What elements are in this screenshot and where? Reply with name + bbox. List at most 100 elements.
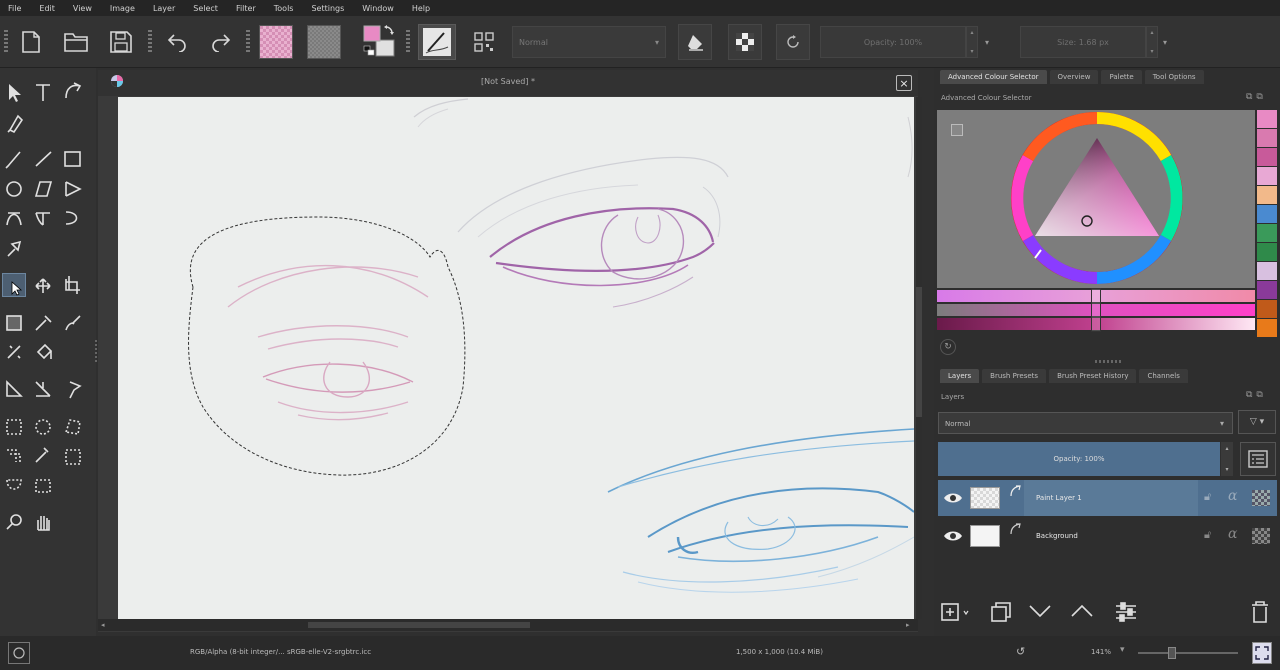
colour-swatch[interactable] [1257, 167, 1277, 185]
toolbar-grip[interactable] [246, 30, 250, 54]
vertical-scroll-thumb[interactable] [916, 287, 922, 417]
tab-palette[interactable]: Palette [1101, 70, 1142, 84]
preserve-alpha-button[interactable] [728, 24, 762, 60]
menu-image[interactable]: Image [110, 4, 135, 13]
polyline-tool[interactable] [61, 177, 85, 201]
rectangular-selection-tool[interactable] [2, 415, 26, 439]
size-options-button[interactable]: ▾ [1160, 24, 1170, 60]
inherit-alpha-icon[interactable] [1252, 528, 1270, 544]
alpha-lock-icon[interactable]: α [1228, 488, 1237, 504]
selection-display-toggle[interactable] [8, 642, 30, 664]
colour-swatch[interactable] [1257, 281, 1277, 299]
toolbar-grip[interactable] [148, 30, 152, 54]
lock-icon[interactable]: 🔓︎ [1204, 490, 1211, 504]
color-picker-tool[interactable] [31, 310, 55, 334]
bezier-curve-tool[interactable] [2, 206, 26, 230]
document-tab[interactable]: [Not Saved] * × [98, 70, 918, 96]
add-layer-button[interactable] [940, 600, 976, 626]
tab-overview[interactable]: Overview [1049, 70, 1099, 84]
transform-tool[interactable] [2, 273, 26, 297]
pattern-selector[interactable] [306, 24, 342, 60]
open-document-button[interactable] [62, 24, 90, 60]
zoom-slider[interactable] [1138, 652, 1238, 654]
measure-tool[interactable] [2, 377, 26, 401]
opacity-options-button[interactable]: ▾ [982, 24, 992, 60]
close-document-button[interactable]: × [896, 75, 912, 91]
brush-settings-button[interactable] [466, 24, 502, 60]
crop-tool[interactable] [61, 273, 85, 297]
menu-edit[interactable]: Edit [39, 4, 55, 13]
magnetic-selection-tool[interactable] [31, 474, 55, 498]
rotate-canvas-icon[interactable]: ↺ [1016, 645, 1025, 658]
multibrush-tool[interactable] [2, 236, 26, 260]
layer-properties-button[interactable] [1240, 442, 1276, 476]
ellipse-tool[interactable] [2, 177, 26, 201]
contiguous-selection-tool[interactable] [2, 444, 26, 468]
pan-tool[interactable] [31, 511, 55, 535]
eraser-mode-button[interactable] [678, 24, 712, 60]
move-tool[interactable] [31, 273, 55, 297]
colour-swatch[interactable] [1257, 148, 1277, 166]
menu-filter[interactable]: Filter [236, 4, 256, 13]
menu-help[interactable]: Help [412, 4, 430, 13]
gradient-tool[interactable] [2, 310, 26, 334]
move-layer-up-button[interactable] [1068, 600, 1096, 626]
menu-settings[interactable]: Settings [311, 4, 344, 13]
zoom-options-icon[interactable]: ▾ [1120, 645, 1125, 655]
layer-properties-sliders-button[interactable] [1110, 600, 1140, 626]
delete-layer-button[interactable] [1246, 600, 1272, 626]
alpha-lock-icon[interactable]: α [1228, 526, 1237, 542]
menu-view[interactable]: View [73, 4, 92, 13]
magic-wand-tool[interactable] [31, 444, 55, 468]
tab-channels[interactable]: Channels [1139, 369, 1188, 383]
colour-swatch[interactable] [1257, 243, 1277, 261]
new-document-button[interactable] [18, 24, 44, 60]
assistant-tool[interactable] [2, 340, 26, 364]
dynamic-brush-tool[interactable] [61, 206, 85, 230]
calligraphy-tool[interactable] [2, 110, 26, 134]
tab-layers[interactable]: Layers [940, 369, 980, 383]
slider-handle[interactable] [1091, 288, 1101, 332]
edit-shapes-tool[interactable] [61, 81, 85, 105]
freehand-brush-tool[interactable] [2, 147, 26, 171]
text-tool[interactable] [31, 81, 55, 105]
menu-layer[interactable]: Layer [153, 4, 175, 13]
eye-icon[interactable] [943, 491, 963, 505]
redo-button[interactable] [208, 24, 234, 60]
elliptical-selection-tool[interactable] [31, 415, 55, 439]
select-shapes-tool[interactable] [2, 81, 26, 105]
polygon-tool[interactable] [31, 177, 55, 201]
colour-swatch[interactable] [1257, 262, 1277, 280]
fill-tool[interactable] [31, 340, 55, 364]
lock-icon[interactable]: 🔓︎ [1204, 528, 1211, 542]
toolbox-splitter[interactable] [95, 340, 97, 364]
docker-splitter[interactable] [1095, 360, 1123, 363]
blend-mode-combo[interactable]: Normal ▾ [512, 26, 666, 58]
perspective-tool[interactable] [31, 377, 55, 401]
rectangle-tool[interactable] [61, 147, 85, 171]
similar-selection-tool[interactable] [61, 444, 85, 468]
toolbar-grip[interactable] [4, 30, 8, 54]
fg-bg-colors[interactable] [360, 24, 400, 60]
colour-swatch[interactable] [1257, 110, 1277, 128]
tab-brush-presets[interactable]: Brush Presets [982, 369, 1047, 383]
menu-select[interactable]: Select [193, 4, 218, 13]
zoom-slider-handle[interactable] [1168, 647, 1176, 659]
layer-row-paint-layer-1[interactable]: Paint Layer 1 🔓︎ α [938, 480, 1277, 516]
polygonal-selection-tool[interactable] [61, 415, 85, 439]
drawing-canvas[interactable] [118, 97, 914, 619]
brush-preset-button[interactable] [418, 24, 456, 60]
layers-float-close-icons[interactable]: ⧉⧉ [1246, 390, 1267, 400]
opacity-slider[interactable]: Opacity: 100% [820, 26, 966, 58]
size-slider[interactable]: Size: 1.68 px [1020, 26, 1146, 58]
layer-opacity-slider[interactable]: Opacity: 100% [938, 442, 1220, 476]
colour-swatch[interactable] [1257, 224, 1277, 242]
move-layer-down-button[interactable] [1026, 600, 1054, 626]
save-button[interactable] [108, 24, 134, 60]
colour-wheel[interactable] [937, 110, 1255, 288]
inherit-alpha-icon[interactable] [1252, 490, 1270, 506]
colour-swatch[interactable] [1257, 129, 1277, 147]
size-spinner[interactable]: ▴ ▾ [1146, 26, 1158, 58]
smart-patch-tool[interactable] [61, 310, 85, 334]
scroll-left-icon[interactable]: ◂ [101, 621, 105, 629]
